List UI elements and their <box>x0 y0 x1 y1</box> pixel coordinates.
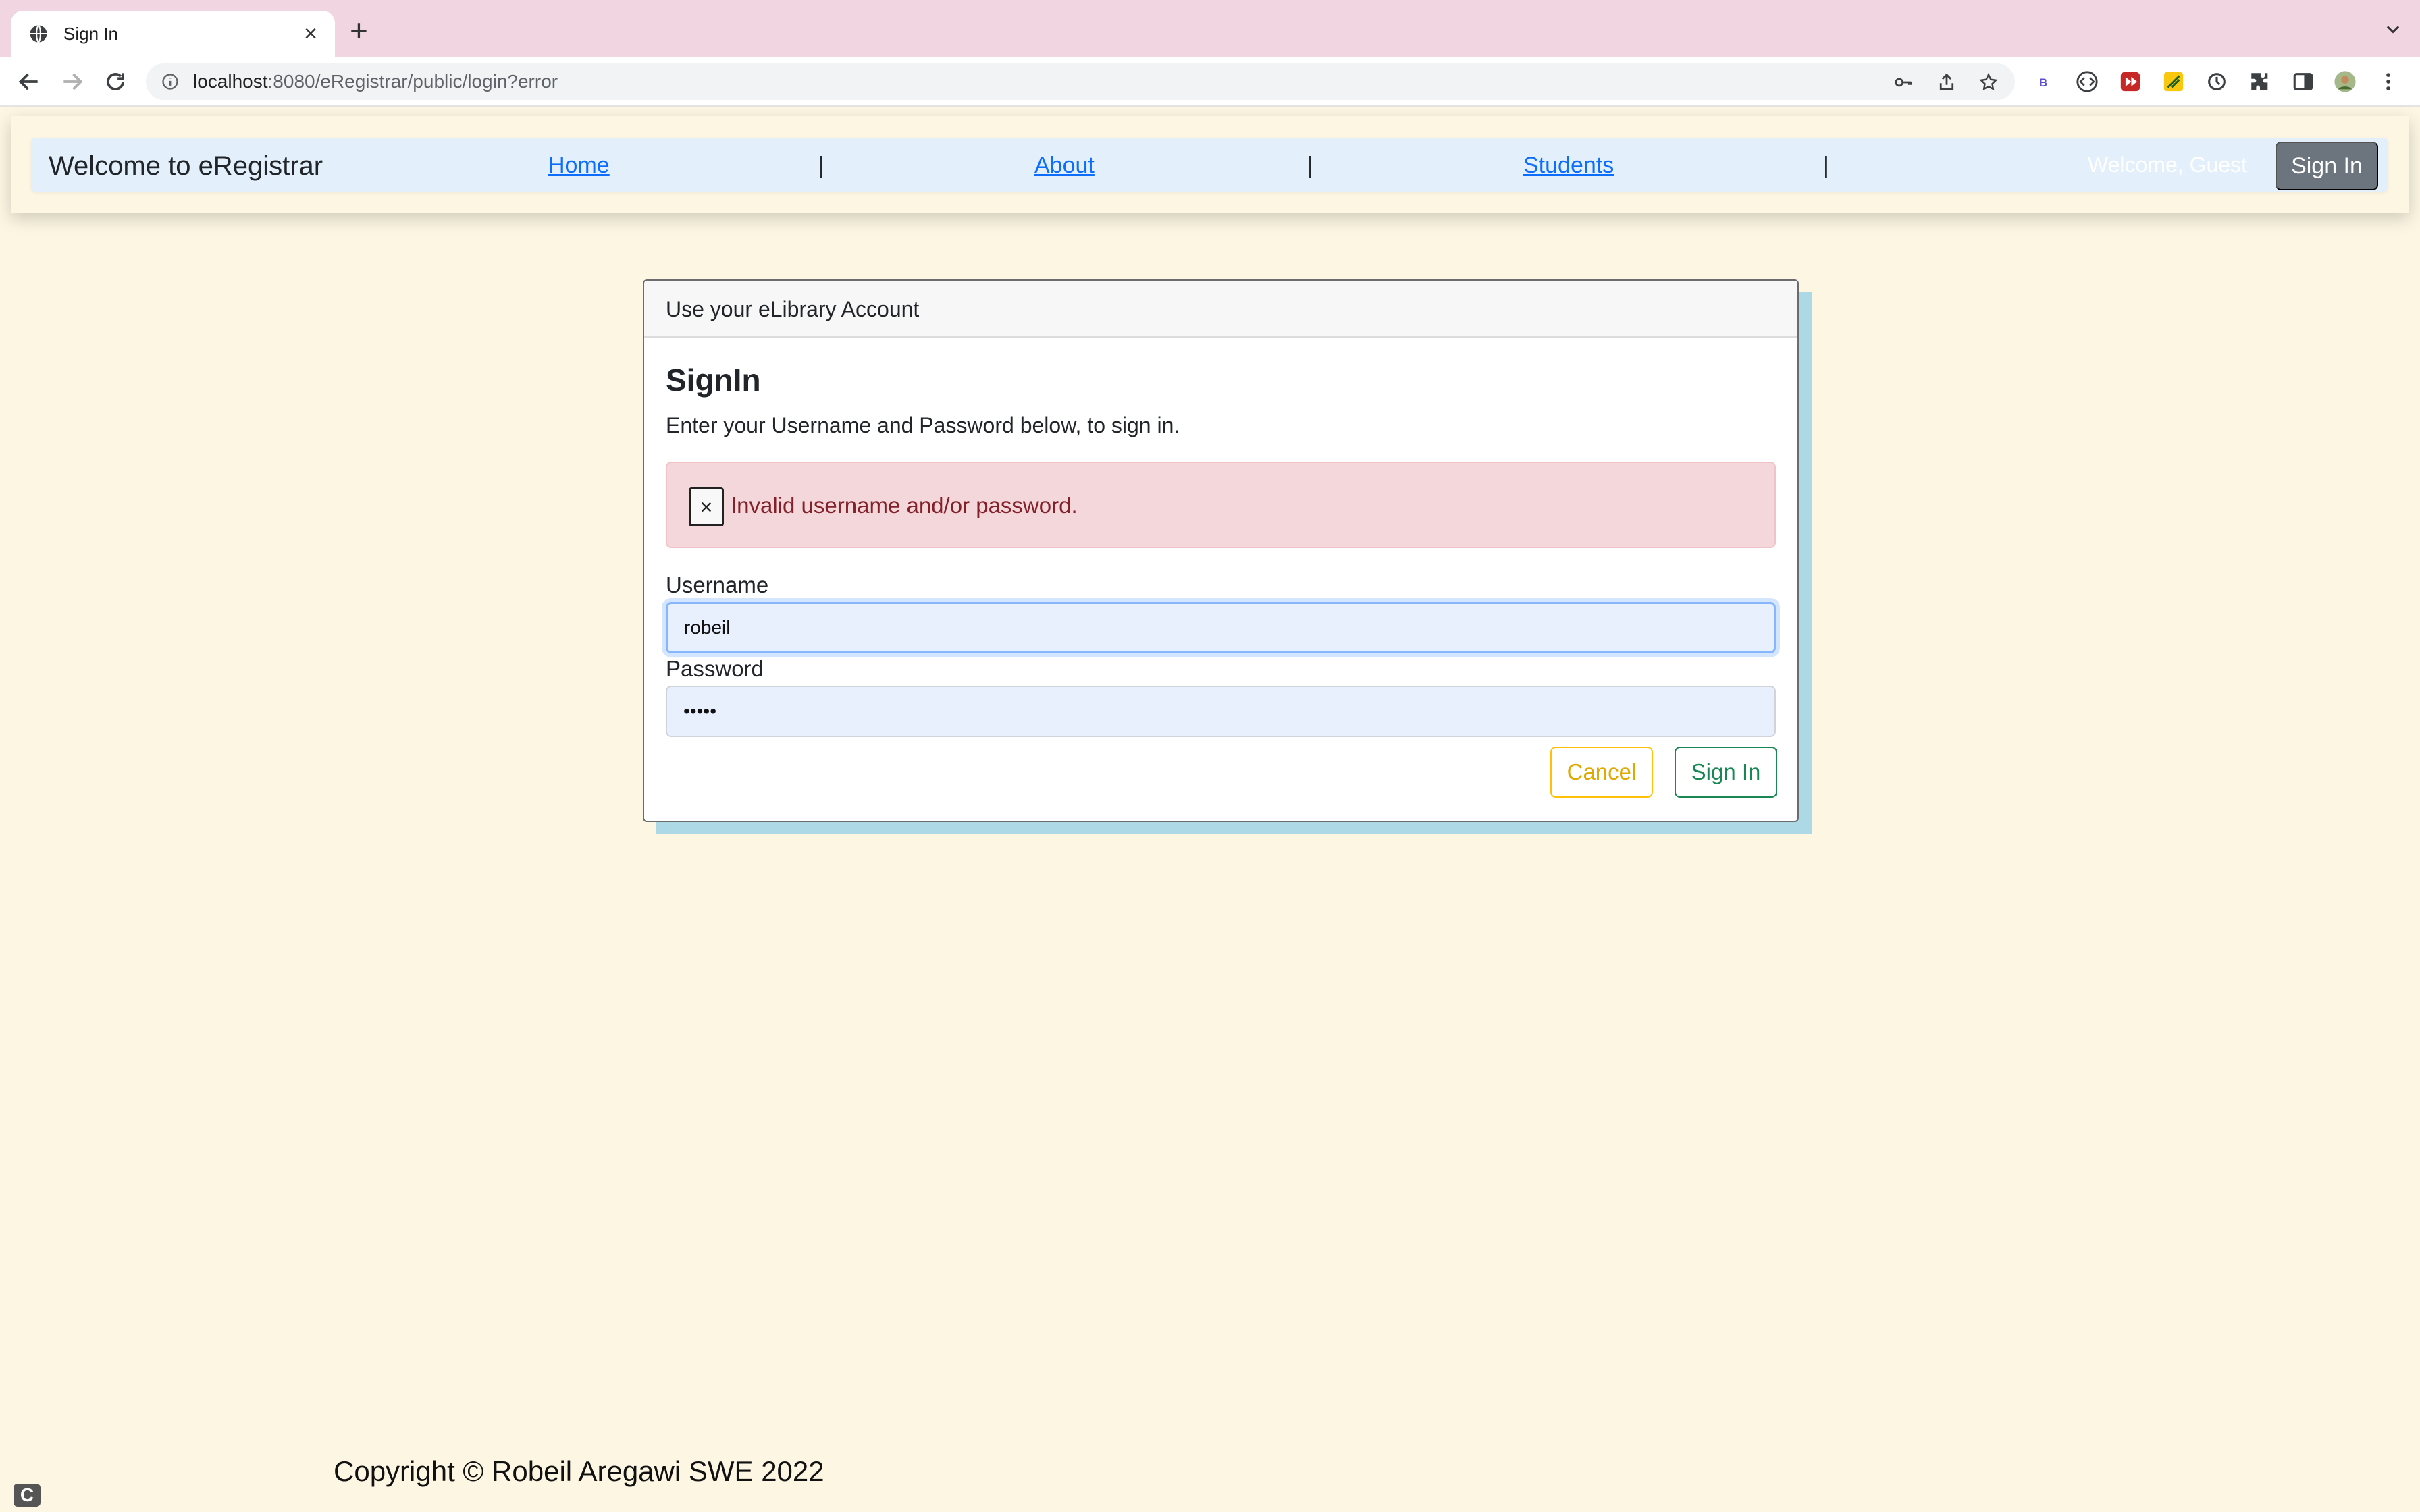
username-label: Username <box>666 572 769 597</box>
login-card: Use your eLibrary Account SignIn Enter y… <box>643 279 1799 822</box>
nav-link-home[interactable]: Home <box>548 153 610 179</box>
card-title: SignIn <box>666 362 761 398</box>
card-header: Use your eLibrary Account <box>644 281 1797 338</box>
extension-media-icon[interactable] <box>2119 70 2142 93</box>
browser-toolbar: localhost:8080/eRegistrar/public/login?e… <box>0 57 2420 107</box>
signin-button[interactable]: Sign In <box>1675 747 1777 798</box>
extensions-puzzle-icon[interactable] <box>2248 70 2271 93</box>
nav-separator: | <box>1307 153 1313 178</box>
key-icon[interactable] <box>1893 72 1914 92</box>
footer-copyright: Copyright © Robeil Aregawi SWE 2022 <box>334 1455 824 1487</box>
url-path: :8080/eRegistrar/public/login?error <box>267 71 558 92</box>
header-container: Welcome to eRegistrar Home | About | Stu… <box>11 116 2409 213</box>
browser-tab[interactable]: Sign In × <box>11 11 335 57</box>
password-label: Password <box>666 656 764 681</box>
reload-icon[interactable] <box>103 69 128 94</box>
browser-menu-icon[interactable] <box>2377 70 2400 93</box>
extension-sync-icon[interactable] <box>2205 70 2228 93</box>
new-tab-icon[interactable]: + <box>350 15 368 46</box>
chevron-down-icon[interactable] <box>2384 20 2402 39</box>
share-icon[interactable] <box>1937 72 1957 92</box>
extension-yellow-icon[interactable] <box>2162 70 2185 93</box>
card-subtitle: Enter your Username and Password below, … <box>666 413 1180 437</box>
url-host: localhost <box>193 71 268 92</box>
tab-title: Sign In <box>63 23 118 44</box>
browser-tabstrip: Sign In × + <box>0 0 2420 57</box>
error-alert: × Invalid username and/or password. <box>666 462 1776 548</box>
side-panel-icon[interactable] <box>2292 70 2315 93</box>
nav-link-about[interactable]: About <box>1034 153 1095 179</box>
nav-separator: | <box>818 153 824 178</box>
nav-separator: | <box>1823 153 1829 178</box>
address-bar[interactable]: localhost:8080/eRegistrar/public/login?e… <box>146 63 2015 100</box>
extension-b-icon[interactable]: B <box>2032 70 2055 93</box>
cancel-button[interactable]: Cancel <box>1550 747 1653 798</box>
password-input[interactable]: ••••• <box>666 686 1776 737</box>
back-icon[interactable] <box>16 69 42 94</box>
forward-icon[interactable] <box>59 69 85 94</box>
extension-code-icon[interactable] <box>2076 70 2099 93</box>
username-input[interactable]: robeil <box>666 602 1776 653</box>
navbar-signin-button[interactable]: Sign In <box>2276 142 2378 190</box>
tab-close-icon[interactable]: × <box>304 22 317 45</box>
alert-close-button[interactable]: × <box>689 487 724 526</box>
svg-text:B: B <box>2039 76 2047 89</box>
url-text: localhost:8080/eRegistrar/public/login?e… <box>193 71 558 92</box>
profile-avatar-icon[interactable] <box>2334 70 2357 93</box>
brand-title: Welcome to eRegistrar <box>49 151 323 181</box>
corner-c-icon[interactable]: C <box>14 1484 41 1507</box>
alert-message: Invalid username and/or password. <box>731 493 1078 518</box>
nav-link-students[interactable]: Students <box>1523 153 1614 179</box>
bookmark-star-icon[interactable] <box>1978 72 1999 92</box>
welcome-text: Welcome, Guest <box>2088 153 2247 177</box>
info-icon[interactable] <box>161 72 180 91</box>
globe-icon <box>30 24 47 43</box>
navbar: Welcome to eRegistrar Home | About | Stu… <box>31 138 2388 192</box>
